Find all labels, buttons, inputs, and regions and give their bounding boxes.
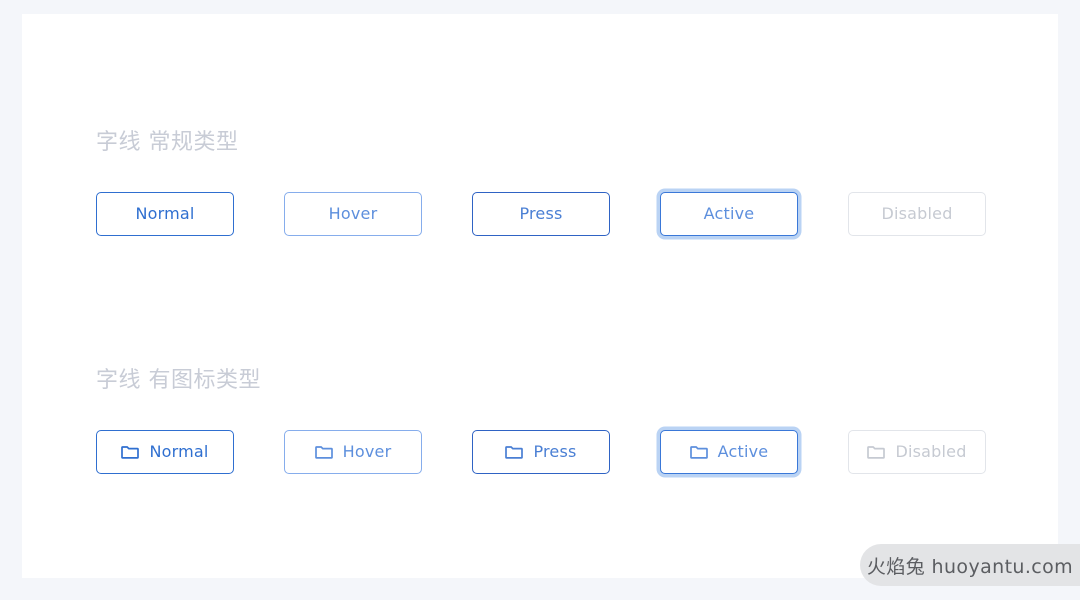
icon-button-press[interactable]: Press: [472, 430, 610, 474]
button-row-icon: Normal Hover Press Active Disabled: [96, 430, 986, 474]
icon-button-hover-label: Hover: [342, 442, 392, 461]
icon-button-press-label: Press: [533, 442, 577, 461]
section-title-icon: 字线 有图标类型: [96, 368, 261, 393]
button-normal-label: Normal: [135, 204, 195, 223]
folder-icon: [121, 443, 140, 461]
button-normal[interactable]: Normal: [96, 192, 234, 236]
button-press[interactable]: Press: [472, 192, 610, 236]
icon-button-normal[interactable]: Normal: [96, 430, 234, 474]
icon-button-disabled: Disabled: [848, 430, 986, 474]
folder-icon: [689, 443, 708, 461]
watermark: 火焰兔 huoyantu.com: [860, 544, 1080, 586]
button-disabled-label: Disabled: [881, 204, 953, 223]
icon-button-active-label: Active: [717, 442, 769, 461]
icon-button-disabled-label: Disabled: [895, 442, 967, 461]
section-title-regular: 字线 常规类型: [96, 130, 239, 155]
button-hover[interactable]: Hover: [284, 192, 422, 236]
button-hover-label: Hover: [328, 204, 378, 223]
button-row-regular: Normal Hover Press Active Disabled: [96, 192, 986, 236]
button-active-label: Active: [703, 204, 755, 223]
watermark-text: 火焰兔 huoyantu.com: [866, 555, 1074, 578]
icon-button-hover[interactable]: Hover: [284, 430, 422, 474]
button-press-label: Press: [519, 204, 563, 223]
icon-button-active[interactable]: Active: [660, 430, 798, 474]
folder-icon: [505, 443, 524, 461]
button-disabled: Disabled: [848, 192, 986, 236]
folder-icon: [314, 443, 333, 461]
button-active[interactable]: Active: [660, 192, 798, 236]
section-regular-buttons: 字线 常规类型 Normal Hover Press Active Disabl…: [96, 128, 986, 236]
content-card: 字线 常规类型 Normal Hover Press Active Disabl…: [22, 14, 1058, 578]
section-icon-buttons: 字线 有图标类型 Normal Hover Press Active Disab…: [96, 366, 986, 474]
folder-icon: [867, 443, 886, 461]
icon-button-normal-label: Normal: [149, 442, 209, 461]
